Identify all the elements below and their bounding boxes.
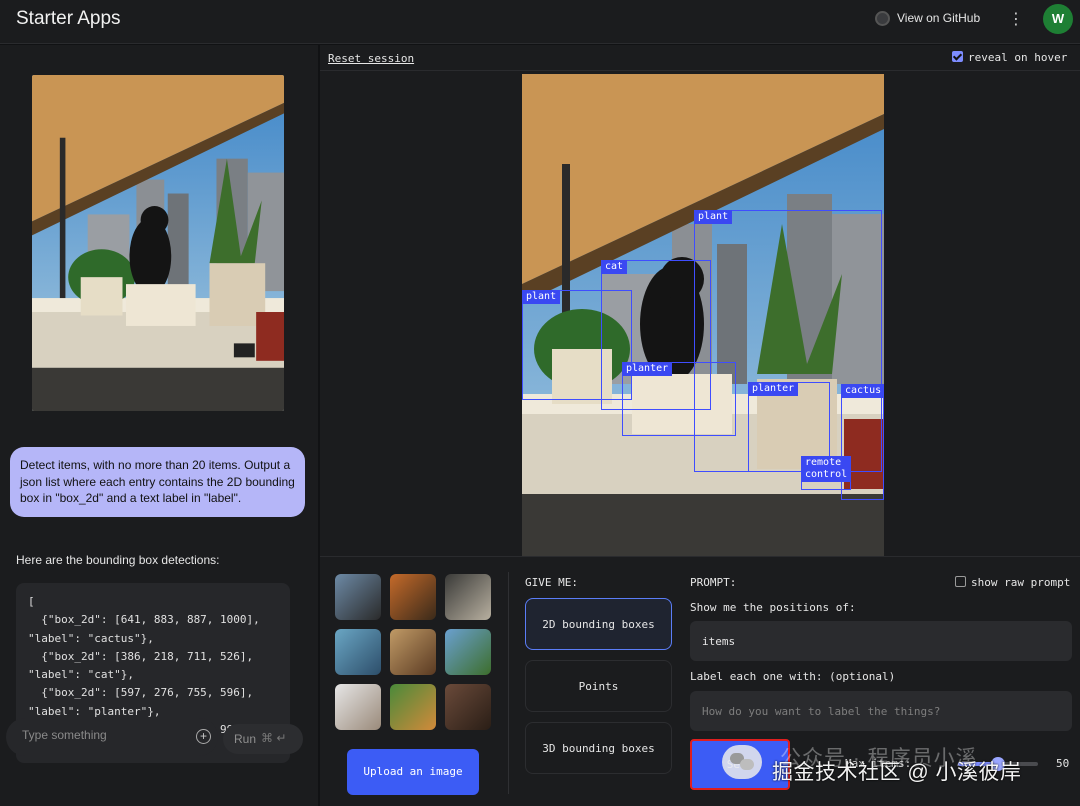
chat-panel: Detect items, with no more than 20 items… bbox=[0, 45, 318, 806]
bounding-box[interactable]: planter bbox=[622, 362, 736, 436]
code-line: [ bbox=[28, 595, 35, 608]
user-message-bubble: Detect items, with no more than 20 items… bbox=[10, 447, 305, 517]
bounding-box-label: plant bbox=[522, 290, 561, 304]
bounding-box[interactable]: remote control bbox=[801, 456, 852, 490]
example-image-thumbnail[interactable] bbox=[335, 684, 381, 730]
run-shortcut-hint: ⌘ ↵ bbox=[261, 731, 287, 745]
example-image-thumbnail[interactable] bbox=[390, 574, 436, 620]
chat-input[interactable] bbox=[22, 728, 182, 742]
example-image-thumbnail[interactable] bbox=[390, 684, 436, 730]
example-image-thumbnail[interactable] bbox=[445, 629, 491, 675]
example-image-thumbnail[interactable] bbox=[335, 574, 381, 620]
give-me-label: GIVE ME: bbox=[525, 576, 578, 589]
app-title: Starter Apps bbox=[16, 8, 121, 29]
add-attachment-icon[interactable]: + bbox=[196, 729, 211, 744]
run-button-label: Run bbox=[234, 732, 257, 746]
mode-3d-bounding-boxes[interactable]: 3D bounding boxes bbox=[525, 722, 672, 774]
max-items-value: 50 bbox=[1056, 757, 1070, 770]
example-image-thumbnail[interactable] bbox=[445, 684, 491, 730]
detection-image: plant cat plant planter planter cactus remote … bbox=[522, 74, 884, 556]
mode-points[interactable]: Points bbox=[525, 660, 672, 712]
prompt-label: PROMPT: bbox=[690, 576, 737, 589]
uploaded-image-thumbnail bbox=[32, 75, 284, 411]
controls-separator bbox=[508, 572, 509, 794]
example-image-thumbnail[interactable] bbox=[335, 629, 381, 675]
code-line: "label": "cat"}, bbox=[28, 668, 134, 682]
bounding-box-label: plant bbox=[694, 210, 733, 224]
github-icon[interactable] bbox=[875, 11, 890, 26]
run-button[interactable]: Run ⌘ ↵ bbox=[223, 724, 303, 754]
code-line: {"box_2d": [386, 218, 711, 526], bbox=[28, 649, 254, 663]
label-input[interactable] bbox=[690, 691, 1072, 731]
mode-2d-bounding-boxes[interactable]: 2D bounding boxes bbox=[525, 598, 672, 650]
reveal-label: reveal on hover bbox=[968, 51, 1068, 64]
bounding-box-label: cactus bbox=[841, 384, 884, 398]
viewer-divider bbox=[320, 70, 1080, 71]
code-line: {"box_2d": [597, 276, 755, 596], bbox=[28, 686, 254, 700]
code-line: {"box_2d": [641, 883, 887, 1000], bbox=[28, 613, 260, 627]
mode-label: 2D bounding boxes bbox=[542, 618, 655, 631]
mode-label: Points bbox=[578, 680, 619, 693]
example-image-thumbnail[interactable] bbox=[390, 629, 436, 675]
controls-divider bbox=[320, 556, 1080, 557]
upload-image-button[interactable]: Upload an image bbox=[347, 749, 479, 795]
bounding-box-label: planter bbox=[748, 382, 799, 396]
label-with-label: Label each one with: (optional) bbox=[690, 670, 896, 683]
show-raw-prompt-toggle[interactable]: show raw prompt bbox=[955, 576, 1070, 589]
positions-label: Show me the positions of: bbox=[690, 601, 856, 614]
raw-prompt-label: show raw prompt bbox=[971, 576, 1071, 589]
reveal-on-hover-toggle[interactable]: reveal on hover bbox=[952, 51, 1067, 64]
assistant-reply-text: Here are the bounding box detections: bbox=[16, 553, 220, 567]
user-avatar[interactable]: W bbox=[1043, 4, 1073, 34]
top-bar: Starter Apps View on GitHub ⋮ W bbox=[0, 0, 1080, 44]
watermark-text: 掘金技术社区 @ 小溪彼岸 bbox=[772, 761, 1022, 784]
reset-session-link[interactable]: Reset session bbox=[328, 52, 414, 65]
reveal-checkbox[interactable] bbox=[952, 51, 963, 62]
bounding-box-label: remote control bbox=[801, 456, 852, 482]
bounding-box-label: cat bbox=[601, 260, 628, 274]
example-image-thumbnail[interactable] bbox=[445, 574, 491, 620]
mode-label: 3D bounding boxes bbox=[542, 742, 655, 755]
bounding-box[interactable]: plant bbox=[522, 290, 632, 400]
bounding-box-label: planter bbox=[622, 362, 673, 376]
raw-prompt-checkbox[interactable] bbox=[955, 576, 966, 587]
more-options-icon[interactable]: ⋮ bbox=[1008, 9, 1024, 29]
chat-input-container: + bbox=[6, 718, 218, 756]
view-on-github-link[interactable]: View on GitHub bbox=[897, 11, 980, 25]
positions-input[interactable] bbox=[690, 621, 1072, 661]
code-line: "label": "cactus"}, bbox=[28, 631, 154, 645]
wechat-logo-icon bbox=[722, 745, 762, 779]
